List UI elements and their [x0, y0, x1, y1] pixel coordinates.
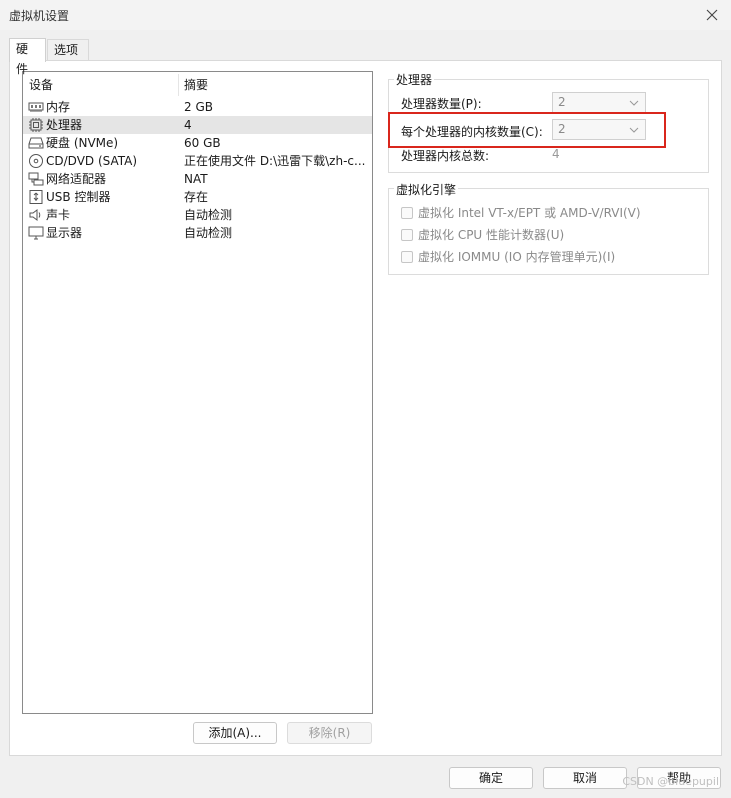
- device-name: USB 控制器: [46, 190, 111, 204]
- device-name: 声卡: [46, 208, 71, 222]
- total-cores-label: 处理器内核总数:: [401, 149, 490, 163]
- device-row-usb-controller[interactable]: USB 控制器 存在: [23, 188, 372, 206]
- virtualize-cpu-counters-checkbox[interactable]: 虚拟化 CPU 性能计数器(U): [401, 226, 564, 243]
- device-row-network-adapter[interactable]: 网络适配器 NAT: [23, 170, 372, 188]
- cancel-button[interactable]: 取消: [543, 767, 627, 789]
- device-name: 处理器: [46, 118, 83, 132]
- column-header-summary[interactable]: 摘要: [178, 72, 208, 96]
- device-row-processor[interactable]: 处理器 4: [23, 116, 372, 134]
- total-cores-value: 4: [552, 147, 560, 161]
- virtualize-vtx-checkbox[interactable]: 虚拟化 Intel VT-x/EPT 或 AMD-V/RVI(V): [401, 204, 641, 221]
- checkbox-box[interactable]: [401, 251, 413, 263]
- chevron-down-icon: [628, 123, 640, 135]
- title-bar: 虚拟机设置: [0, 0, 731, 30]
- checkbox-label: 虚拟化 CPU 性能计数器(U): [418, 228, 565, 242]
- virtualize-iommu-checkbox[interactable]: 虚拟化 IOMMU (IO 内存管理单元)(I): [401, 248, 615, 265]
- device-row-memory[interactable]: 内存 2 GB: [23, 98, 372, 116]
- tab-hardware[interactable]: 硬件: [9, 38, 46, 76]
- device-summary: 60 GB: [184, 136, 221, 150]
- device-row-hard-disk[interactable]: 硬盘 (NVMe) 60 GB: [23, 134, 372, 152]
- device-summary: 自动检测: [184, 208, 233, 222]
- network-adapter-icon: [28, 171, 44, 187]
- cores-per-processor-select[interactable]: 2: [552, 119, 646, 140]
- processor-count-select[interactable]: 2: [552, 92, 646, 113]
- device-row-display[interactable]: 显示器 自动检测: [23, 224, 372, 242]
- watermark: CSDN @bluepupil: [622, 775, 719, 788]
- checkbox-label: 虚拟化 IOMMU (IO 内存管理单元)(I): [418, 250, 616, 264]
- processor-icon: [28, 117, 44, 133]
- add-device-button[interactable]: 添加(A)...: [193, 722, 277, 744]
- checkbox-label: 虚拟化 Intel VT-x/EPT 或 AMD-V/RVI(V): [418, 206, 641, 220]
- device-name: 硬盘 (NVMe): [46, 136, 119, 150]
- device-summary: 存在: [184, 190, 209, 204]
- device-name: CD/DVD (SATA): [46, 154, 138, 168]
- device-list[interactable]: 设备 摘要 内存 2 GB 处理器 4 硬盘 (NVMe) 60 GB CD/D…: [22, 71, 373, 714]
- sound-card-icon: [28, 207, 44, 223]
- device-list-header: 设备 摘要: [23, 72, 372, 96]
- checkbox-box[interactable]: [401, 229, 413, 241]
- hard-disk-icon: [28, 135, 44, 151]
- close-icon[interactable]: [701, 4, 723, 26]
- device-summary: 正在使用文件 D:\迅雷下载\zh-c...: [184, 154, 366, 168]
- ok-button[interactable]: 确定: [449, 767, 533, 789]
- remove-device-button[interactable]: 移除(R): [287, 722, 372, 744]
- processor-count-label: 处理器数量(P):: [401, 97, 482, 111]
- processor-group-title: 处理器: [394, 71, 435, 88]
- window-title: 虚拟机设置: [9, 9, 70, 23]
- device-summary: 2 GB: [184, 100, 213, 114]
- device-summary: 自动检测: [184, 226, 233, 240]
- device-name: 显示器: [46, 226, 83, 240]
- cores-per-processor-label: 每个处理器的内核数量(C):: [401, 125, 543, 139]
- device-summary: NAT: [184, 172, 208, 186]
- device-row-sound-card[interactable]: 声卡 自动检测: [23, 206, 372, 224]
- cd-dvd-icon: [28, 153, 44, 169]
- device-name: 内存: [46, 100, 71, 114]
- tab-options[interactable]: 选项: [47, 39, 89, 61]
- memory-icon: [28, 99, 44, 115]
- checkbox-box[interactable]: [401, 207, 413, 219]
- device-row-cd-dvd[interactable]: CD/DVD (SATA) 正在使用文件 D:\迅雷下载\zh-c...: [23, 152, 372, 170]
- virtualization-group-title: 虚拟化引擎: [394, 181, 459, 198]
- device-summary: 4: [184, 118, 192, 132]
- usb-controller-icon: [28, 189, 44, 205]
- display-icon: [28, 225, 44, 241]
- cores-per-processor-value: 2: [558, 122, 566, 136]
- processor-count-value: 2: [558, 95, 566, 109]
- chevron-down-icon: [628, 96, 640, 108]
- device-name: 网络适配器: [46, 172, 107, 186]
